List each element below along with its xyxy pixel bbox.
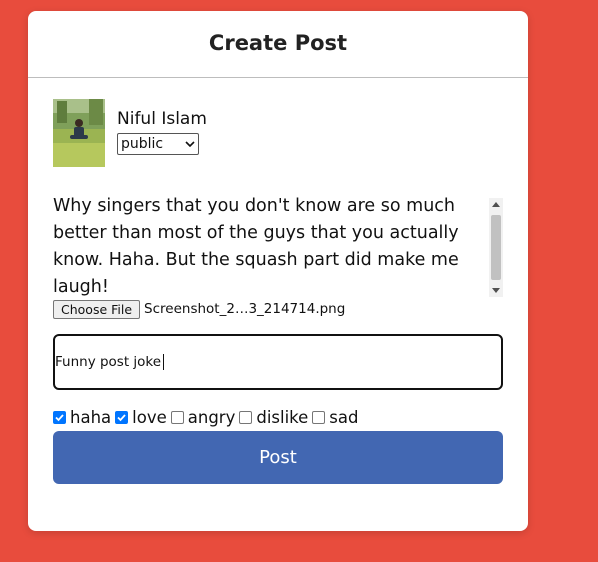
- reaction-angry[interactable]: angry: [170, 407, 236, 427]
- reaction-label: love: [132, 407, 167, 427]
- textarea-scrollbar[interactable]: [489, 198, 503, 297]
- reaction-dislike-checkbox[interactable]: [239, 410, 253, 424]
- file-upload-row: Choose File Screenshot_2…3_214714.png: [53, 299, 345, 319]
- reaction-label: dislike: [256, 407, 309, 427]
- reaction-sad[interactable]: sad: [312, 408, 358, 427]
- reactions-group: haha love angry dislike sad: [53, 407, 362, 427]
- scroll-up-icon[interactable]: [492, 202, 500, 207]
- post-button[interactable]: Post: [53, 431, 503, 484]
- selected-file-name: Screenshot_2…3_214714.png: [144, 301, 346, 317]
- reaction-love-checkbox[interactable]: [115, 410, 129, 424]
- avatar: [53, 99, 105, 167]
- reaction-label: haha: [70, 407, 112, 427]
- reaction-haha-checkbox[interactable]: [53, 410, 66, 424]
- reaction-angry-checkbox[interactable]: [170, 410, 184, 424]
- user-name: Niful Islam: [117, 109, 207, 129]
- caption-input[interactable]: Funny post joke: [53, 334, 503, 390]
- reaction-label: angry: [187, 407, 236, 427]
- scrollbar-thumb[interactable]: [491, 215, 501, 280]
- reaction-sad-checkbox[interactable]: [312, 410, 326, 424]
- text-caret: [163, 354, 165, 370]
- reaction-love[interactable]: love: [115, 408, 167, 427]
- chevron-down-icon: [185, 139, 195, 150]
- create-post-card: Create Post Niful Islam public Why singe…: [28, 11, 528, 531]
- privacy-select-value: public: [121, 136, 164, 152]
- reaction-label: sad: [329, 407, 359, 427]
- reaction-dislike[interactable]: dislike: [239, 408, 308, 427]
- page-title: Create Post: [208, 31, 348, 55]
- caption-input-value: Funny post joke: [55, 354, 162, 370]
- privacy-select[interactable]: public: [117, 133, 199, 155]
- header-divider: [28, 77, 528, 78]
- post-textarea[interactable]: Why singers that you don't know are so m…: [53, 193, 485, 298]
- scroll-down-icon[interactable]: [492, 288, 500, 293]
- choose-file-button[interactable]: Choose File: [53, 299, 141, 319]
- reaction-haha[interactable]: haha: [53, 408, 111, 427]
